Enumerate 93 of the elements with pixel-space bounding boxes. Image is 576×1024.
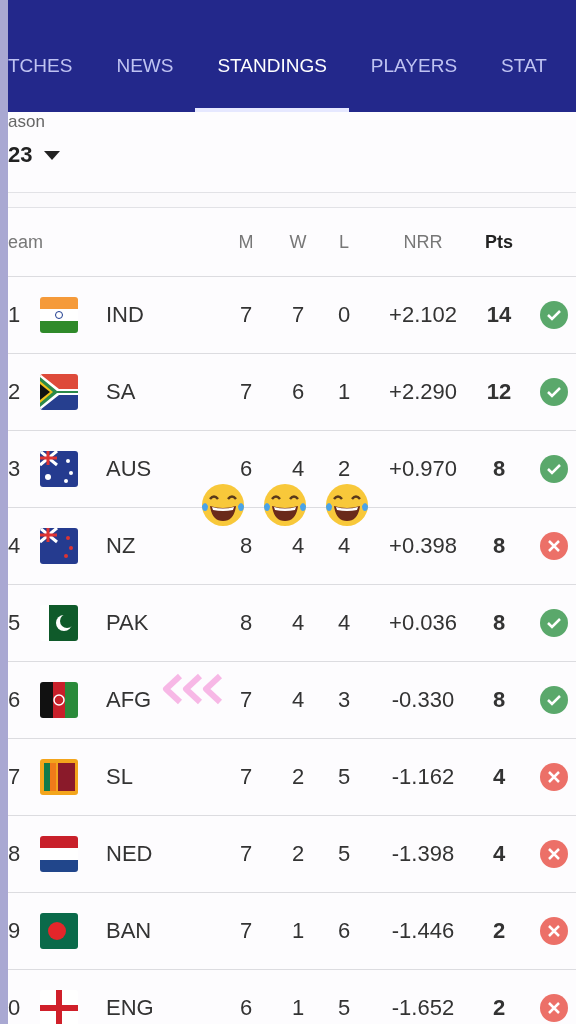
flag-icon	[40, 374, 78, 410]
table-cell: 8	[239, 533, 253, 559]
table-cell: 6	[337, 918, 351, 944]
points-cell: 14	[486, 302, 512, 328]
team-cell: ENG	[106, 995, 154, 1021]
table-cell: 2	[291, 764, 305, 790]
points-cell: 12	[486, 379, 512, 405]
flag-icon	[40, 913, 78, 949]
flag-icon	[40, 297, 78, 333]
points-cell: 8	[492, 610, 506, 636]
season-dropdown[interactable]: 23	[8, 142, 61, 168]
rank-cell: 3	[8, 456, 21, 482]
table-cell: 0	[337, 302, 351, 328]
rank-cell: 0	[8, 995, 21, 1021]
table-cell: 1	[291, 995, 305, 1021]
rank-cell: 4	[8, 533, 21, 559]
rank-cell: 1	[8, 302, 21, 328]
table-cell: -1.446	[391, 918, 455, 944]
table-cell: 4	[337, 610, 351, 636]
team-cell: NED	[106, 841, 153, 867]
column-header: L	[339, 231, 349, 253]
table-cell: +2.102	[389, 302, 457, 328]
flag-icon	[40, 836, 78, 872]
points-cell: 2	[492, 918, 506, 944]
table-cell: 5	[337, 995, 351, 1021]
table-cell: -0.330	[391, 687, 455, 713]
flag-icon	[40, 990, 78, 1024]
rank-cell: 7	[8, 764, 21, 790]
flag-icon	[40, 759, 78, 795]
table-cell: 7	[239, 302, 253, 328]
points-cell: 8	[492, 687, 506, 713]
table-cell: 7	[291, 302, 305, 328]
rank-cell: 9	[8, 918, 21, 944]
table-cell: 1	[337, 379, 351, 405]
table-cell: 4	[337, 533, 351, 559]
table-cell: +2.290	[389, 379, 457, 405]
column-header: NRR	[403, 231, 443, 253]
table-cell: 6	[291, 379, 305, 405]
table-cell: 3	[337, 687, 351, 713]
table-cell: 7	[239, 687, 253, 713]
flag-icon	[40, 682, 78, 718]
rank-cell: 8	[8, 841, 21, 867]
points-cell: 2	[492, 995, 506, 1021]
tab[interactable]: NEWS	[94, 20, 196, 112]
points-cell: 4	[492, 764, 506, 790]
table-cell: 4	[291, 533, 305, 559]
table-cell: 7	[239, 379, 253, 405]
table-cell: 6	[239, 995, 253, 1021]
table-cell: 5	[337, 841, 351, 867]
table-cell: 4	[291, 687, 305, 713]
caret-icon	[44, 150, 61, 160]
team-cell: NZ	[106, 533, 136, 559]
column-header: Pts	[485, 231, 513, 253]
points-cell: 8	[492, 456, 506, 482]
table-cell: 7	[239, 764, 253, 790]
table-cell: 5	[337, 764, 351, 790]
table-cell: 4	[291, 610, 305, 636]
season-label: ason	[8, 112, 46, 132]
tab[interactable]: STAT	[479, 20, 569, 112]
flag-icon	[40, 451, 78, 487]
table-cell: +0.036	[389, 610, 457, 636]
team-cell: AFG	[106, 687, 152, 713]
team-cell: SL	[106, 764, 133, 790]
flag-icon	[40, 528, 78, 564]
table-cell: 2	[337, 456, 351, 482]
points-cell: 8	[492, 533, 506, 559]
team-cell: PAK	[106, 610, 149, 636]
team-cell: SA	[106, 379, 136, 405]
column-header: M	[238, 231, 254, 253]
table-cell: -1.162	[391, 764, 455, 790]
tab[interactable]: TCHES	[8, 20, 95, 112]
points-cell: 4	[492, 841, 506, 867]
table-cell: +0.398	[389, 533, 457, 559]
table-cell: -1.398	[391, 841, 455, 867]
rank-cell: 6	[8, 687, 21, 713]
tab[interactable]: STANDINGS	[195, 20, 349, 112]
rank-cell: 2	[8, 379, 21, 405]
table-cell: 4	[291, 456, 305, 482]
table-cell: 7	[239, 841, 253, 867]
team-cell: IND	[106, 302, 144, 328]
column-header: eam	[8, 231, 43, 253]
table-cell: -1.652	[391, 995, 455, 1021]
table-cell: 7	[239, 918, 253, 944]
rank-cell: 5	[8, 610, 21, 636]
team-cell: BAN	[106, 918, 152, 944]
tab[interactable]: PLAYERS	[348, 20, 480, 112]
column-header: W	[289, 231, 307, 253]
table-cell: 8	[239, 610, 253, 636]
table-cell: +0.970	[389, 456, 457, 482]
table-cell: 1	[291, 918, 305, 944]
table-cell: 2	[291, 841, 305, 867]
table-cell: 6	[239, 456, 253, 482]
team-cell: AUS	[106, 456, 152, 482]
